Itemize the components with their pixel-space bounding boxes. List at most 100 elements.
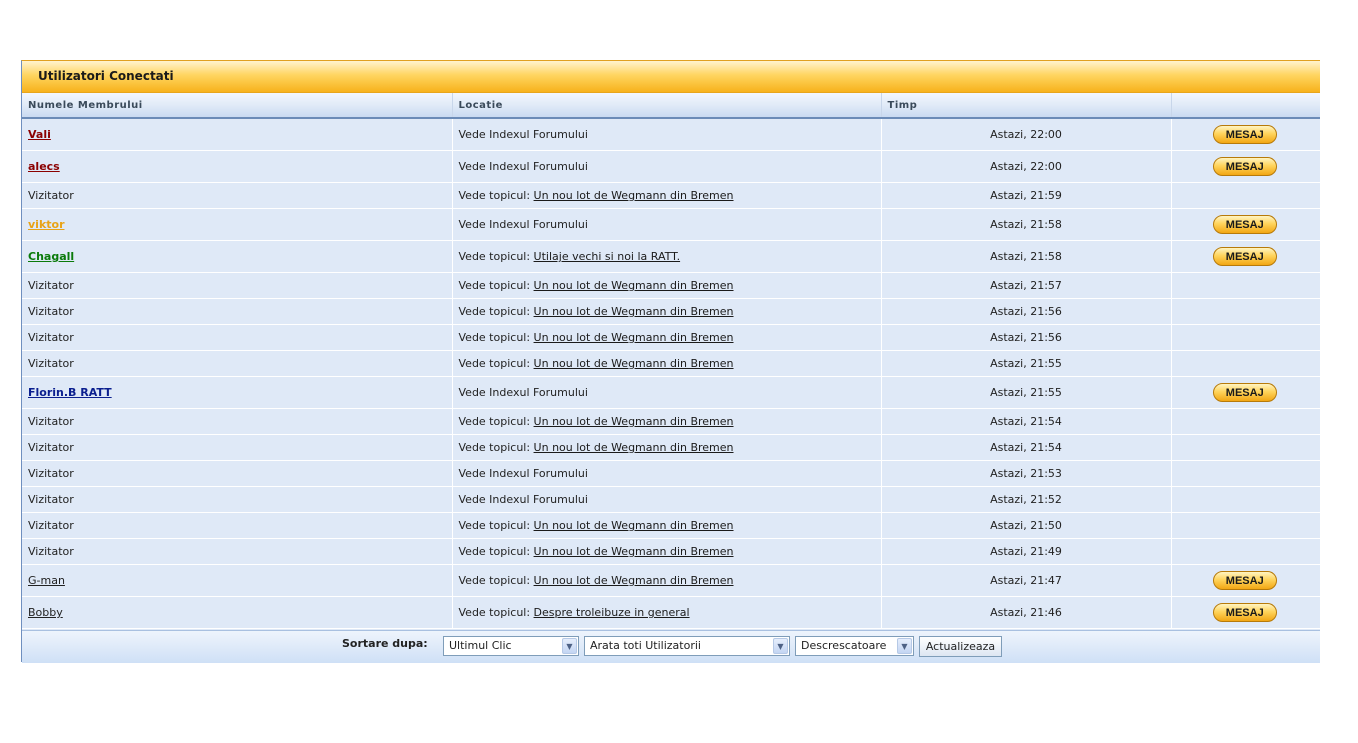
member-cell: Vali — [22, 118, 453, 151]
action-cell — [1171, 512, 1320, 539]
sort-order-select[interactable]: Descrescatoare ▼ — [795, 636, 914, 656]
location-cell: Vede Indexul Forumului — [452, 460, 882, 487]
user-filter-value: Arata toti Utilizatorii — [590, 639, 701, 652]
member-cell: alecs — [22, 150, 453, 183]
action-cell — [1171, 350, 1320, 377]
table-row: Vizitator Vede topicul: Un nou lot de Weg… — [22, 512, 1320, 539]
topic-link[interactable]: Un nou lot de Wegmann din Bremen — [534, 279, 734, 292]
user-filter-select[interactable]: Arata toti Utilizatorii ▼ — [584, 636, 790, 656]
topic-link[interactable]: Un nou lot de Wegmann din Bremen — [534, 519, 734, 532]
action-cell: MESAJ — [1171, 376, 1320, 409]
table-row: Vizitator Vede topicul: Un nou lot de Weg… — [22, 538, 1320, 565]
message-button[interactable]: MESAJ — [1212, 215, 1277, 234]
location-cell: Vede Indexul Forumului — [452, 150, 882, 183]
topic-link[interactable]: Un nou lot de Wegmann din Bremen — [534, 331, 734, 344]
action-cell: MESAJ — [1171, 564, 1320, 597]
member-link[interactable]: Chagall — [28, 250, 74, 263]
action-cell — [1171, 486, 1320, 513]
topic-link[interactable]: Utilaje vechi si noi la RATT. — [534, 250, 681, 263]
time-cell: Astazi, 21:59 — [881, 182, 1172, 209]
topic-link[interactable]: Despre troleibuze in general — [534, 606, 690, 619]
member-cell: Vizitator — [22, 512, 453, 539]
action-cell — [1171, 538, 1320, 565]
message-button[interactable]: MESAJ — [1212, 383, 1277, 402]
topic-link[interactable]: Un nou lot de Wegmann din Bremen — [534, 574, 734, 587]
guest-label: Vizitator — [28, 519, 74, 532]
time-cell: Astazi, 21:53 — [881, 460, 1172, 487]
topic-link[interactable]: Un nou lot de Wegmann din Bremen — [534, 357, 734, 370]
location-cell: Vede Indexul Forumului — [452, 376, 882, 409]
action-cell — [1171, 434, 1320, 461]
location-text: Vede topicul: — [458, 357, 534, 370]
guest-label: Vizitator — [28, 441, 74, 454]
topic-link[interactable]: Un nou lot de Wegmann din Bremen — [534, 415, 734, 428]
time-cell: Astazi, 22:00 — [881, 150, 1172, 183]
member-link[interactable]: Bobby — [28, 606, 63, 619]
location-cell: Vede topicul: Despre troleibuze in gener… — [452, 596, 882, 629]
member-link[interactable]: G-man — [28, 574, 65, 587]
column-header-member: Numele Membrului — [22, 93, 453, 119]
member-link[interactable]: alecs — [28, 160, 60, 173]
topic-link[interactable]: Un nou lot de Wegmann din Bremen — [534, 305, 734, 318]
guest-label: Vizitator — [28, 415, 74, 428]
member-cell: Vizitator — [22, 434, 453, 461]
location-text: Vede Indexul Forumului — [458, 218, 588, 231]
member-cell: Vizitator — [22, 350, 453, 377]
location-cell: Vede Indexul Forumului — [452, 486, 882, 513]
message-button[interactable]: MESAJ — [1212, 125, 1277, 144]
action-cell — [1171, 272, 1320, 299]
table-row: Florin.B RATT Vede Indexul Forumului Astaz… — [22, 376, 1320, 409]
message-button[interactable]: MESAJ — [1212, 247, 1277, 266]
time-cell: Astazi, 21:54 — [881, 434, 1172, 461]
message-button[interactable]: MESAJ — [1212, 603, 1277, 622]
column-header-actions — [1171, 93, 1320, 119]
member-cell: Vizitator — [22, 298, 453, 325]
member-link[interactable]: viktor — [28, 218, 65, 231]
location-text: Vede Indexul Forumului — [458, 386, 588, 399]
topic-link[interactable]: Un nou lot de Wegmann din Bremen — [534, 441, 734, 454]
table-body: Vali Vede Indexul Forumului Astazi, 22:00 M… — [22, 118, 1320, 629]
action-cell — [1171, 298, 1320, 325]
table-row: Vizitator Vede topicul: Un nou lot de Weg… — [22, 434, 1320, 461]
location-text: Vede topicul: — [458, 189, 534, 202]
topic-link[interactable]: Un nou lot de Wegmann din Bremen — [534, 189, 734, 202]
action-cell: MESAJ — [1171, 118, 1320, 151]
panel-header: Utilizatori Conectati — [22, 61, 1320, 93]
sort-bar: Sortare dupa: Ultimul Clic ▼ Arata toti … — [22, 630, 1320, 663]
member-cell: Vizitator — [22, 408, 453, 435]
table-row: Vizitator Vede topicul: Un nou lot de Weg… — [22, 350, 1320, 377]
action-cell — [1171, 182, 1320, 209]
sort-by-select[interactable]: Ultimul Clic ▼ — [443, 636, 579, 656]
time-cell: Astazi, 21:55 — [881, 376, 1172, 409]
location-text: Vede topicul: — [458, 441, 534, 454]
member-link[interactable]: Vali — [28, 128, 51, 141]
location-cell: Vede topicul: Un nou lot de Wegmann din … — [452, 272, 882, 299]
message-button[interactable]: MESAJ — [1212, 571, 1277, 590]
table-row: Vali Vede Indexul Forumului Astazi, 22:00 M… — [22, 118, 1320, 151]
guest-label: Vizitator — [28, 493, 74, 506]
time-cell: Astazi, 21:56 — [881, 324, 1172, 351]
member-link[interactable]: Florin.B RATT — [28, 386, 112, 399]
time-cell: Astazi, 21:49 — [881, 538, 1172, 565]
location-cell: Vede topicul: Un nou lot de Wegmann din … — [452, 538, 882, 565]
location-text: Vede topicul: — [458, 545, 534, 558]
table-row: Bobby Vede topicul: Despre troleibuze in … — [22, 596, 1320, 629]
member-cell: Vizitator — [22, 324, 453, 351]
update-button[interactable]: Actualizeaza — [919, 636, 1002, 657]
time-cell: Astazi, 21:56 — [881, 298, 1172, 325]
time-cell: Astazi, 21:46 — [881, 596, 1172, 629]
table-row: viktor Vede Indexul Forumului Astazi, 21:5… — [22, 208, 1320, 241]
column-header-time: Timp — [881, 93, 1172, 119]
action-cell — [1171, 324, 1320, 351]
location-text: Vede topicul: — [458, 305, 534, 318]
table-row: Vizitator Vede topicul: Un nou lot de Weg… — [22, 324, 1320, 351]
message-button[interactable]: MESAJ — [1212, 157, 1277, 176]
guest-label: Vizitator — [28, 305, 74, 318]
topic-link[interactable]: Un nou lot de Wegmann din Bremen — [534, 545, 734, 558]
location-text: Vede Indexul Forumului — [458, 467, 588, 480]
guest-label: Vizitator — [28, 545, 74, 558]
time-cell: Astazi, 21:58 — [881, 208, 1172, 241]
location-cell: Vede topicul: Utilaje vechi si noi la RA… — [452, 240, 882, 273]
member-cell: G-man — [22, 564, 453, 597]
action-cell — [1171, 460, 1320, 487]
